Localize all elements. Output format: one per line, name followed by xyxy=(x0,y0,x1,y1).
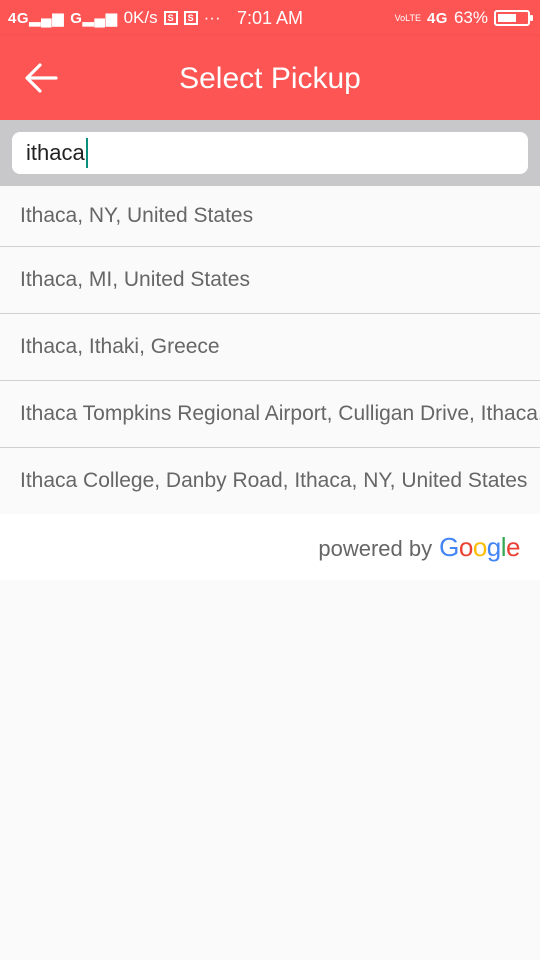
battery-percent: 63% xyxy=(453,8,488,27)
battery-level xyxy=(498,14,516,22)
google-logo-letter: g xyxy=(486,532,501,562)
google-logo: Google xyxy=(439,532,520,563)
status-right: VoLTE 4G 63% xyxy=(394,8,533,28)
powered-by-text: powered by xyxy=(318,536,433,561)
app-bar: Select Pickup xyxy=(0,36,540,120)
powered-by-google: powered by Google xyxy=(318,532,520,563)
status-bar: 4G▂▄▆ G▂▄▆ 0K/s S S ··· 7:01 AM VoLTE 4G… xyxy=(0,0,540,36)
google-logo-letter: G xyxy=(439,532,459,562)
search-input[interactable]: ithaca xyxy=(12,132,528,174)
results-list: Ithaca, NY, United States Ithaca, MI, Un… xyxy=(0,186,540,514)
result-item[interactable]: Ithaca Tompkins Regional Airport, Cullig… xyxy=(0,381,540,448)
search-bar: ithaca xyxy=(0,120,540,186)
result-item[interactable]: Ithaca College, Danby Road, Ithaca, NY, … xyxy=(0,448,540,514)
4g-icon: 4G xyxy=(426,9,448,27)
result-item[interactable]: Ithaca, NY, United States xyxy=(0,186,540,247)
search-input-value: ithaca xyxy=(26,140,85,165)
text-caret xyxy=(85,138,88,168)
google-logo-letter: o xyxy=(458,532,473,562)
result-item[interactable]: Ithaca, Ithaki, Greece xyxy=(0,314,540,381)
attribution-bar: powered by Google xyxy=(0,514,540,580)
google-logo-letter: o xyxy=(472,532,487,562)
page-title: Select Pickup xyxy=(179,62,361,95)
battery-icon xyxy=(494,10,533,26)
result-item[interactable]: Ithaca, MI, United States xyxy=(0,247,540,314)
google-logo-letter: e xyxy=(506,532,520,562)
volte-icon: VoLTE xyxy=(394,12,421,23)
